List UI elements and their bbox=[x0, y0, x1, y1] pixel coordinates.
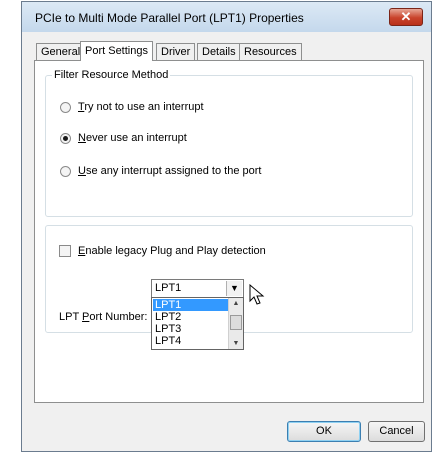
lpt-port-dropdown-list[interactable]: LPT1 LPT2 LPT3 LPT4 ▲ ▼ bbox=[151, 297, 244, 350]
lpt-port-label: LPT Port Number: bbox=[59, 311, 147, 323]
dropdown-option-lpt1[interactable]: LPT1 bbox=[153, 299, 228, 311]
mnemonic-letter: N bbox=[78, 132, 86, 144]
tab-general[interactable]: General bbox=[36, 43, 86, 60]
tab-label: General bbox=[41, 46, 81, 58]
tab-label: Resources bbox=[244, 46, 297, 58]
checkbox-box[interactable] bbox=[59, 245, 71, 258]
ok-button[interactable]: OK bbox=[287, 421, 361, 442]
tab-port-settings[interactable]: Port Settings bbox=[80, 41, 153, 61]
scroll-up-icon[interactable]: ▲ bbox=[229, 298, 243, 309]
radio-circle-checked[interactable] bbox=[60, 132, 71, 144]
dropdown-option-lpt3[interactable]: LPT3 bbox=[153, 323, 228, 335]
checkbox-label: nable legacy Plug and Play detection bbox=[85, 245, 266, 257]
title-bar[interactable]: PCIe to Multi Mode Parallel Port (LPT1) … bbox=[22, 2, 431, 32]
mnemonic-letter: U bbox=[78, 165, 86, 177]
tab-label: Details bbox=[202, 46, 236, 58]
label-text: ort Number: bbox=[89, 311, 148, 323]
tab-driver[interactable]: Driver bbox=[156, 43, 196, 60]
lpt-port-combo[interactable]: LPT1 ▼ bbox=[151, 279, 244, 298]
cancel-button[interactable]: Cancel bbox=[368, 421, 425, 442]
dropdown-option-lpt4[interactable]: LPT4 bbox=[153, 335, 228, 347]
label-text: LPT bbox=[59, 311, 83, 323]
option-label: ever use an interrupt bbox=[85, 132, 187, 144]
radio-never-interrupt[interactable]: Never use an interrupt bbox=[60, 132, 187, 144]
radio-circle[interactable] bbox=[60, 101, 71, 113]
port-settings-panel: Filter Resource Method Try not to use an… bbox=[34, 60, 424, 403]
option-label: ry not to use an interrupt bbox=[84, 101, 204, 113]
filter-resource-group: Filter Resource Method Try not to use an… bbox=[45, 69, 413, 217]
option-label: se any interrupt assigned to the port bbox=[85, 165, 262, 177]
properties-window: PCIe to Multi Mode Parallel Port (LPT1) … bbox=[21, 1, 432, 452]
scroll-thumb[interactable] bbox=[230, 315, 242, 330]
dropdown-option-lpt2[interactable]: LPT2 bbox=[153, 311, 228, 323]
chevron-down-icon[interactable]: ▼ bbox=[226, 281, 242, 296]
scroll-down-icon[interactable]: ▼ bbox=[229, 338, 243, 349]
mouse-pointer-icon bbox=[249, 284, 265, 305]
radio-circle[interactable] bbox=[60, 165, 71, 177]
dialog-client: General Port Settings Driver Details Res… bbox=[30, 32, 425, 443]
tab-label: Port Settings bbox=[85, 45, 148, 57]
tab-label: Driver bbox=[161, 46, 191, 58]
tab-resources[interactable]: Resources bbox=[239, 43, 302, 60]
combo-value: LPT1 bbox=[155, 282, 182, 294]
radio-try-not-interrupt[interactable]: Try not to use an interrupt bbox=[60, 101, 204, 113]
dropdown-scrollbar[interactable]: ▲ ▼ bbox=[228, 298, 243, 349]
tab-details[interactable]: Details bbox=[197, 43, 241, 60]
radio-any-interrupt[interactable]: Use any interrupt assigned to the port bbox=[60, 165, 261, 177]
legacy-pnp-checkbox[interactable]: Enable legacy Plug and Play detection bbox=[59, 245, 266, 258]
close-button[interactable]: ✕ bbox=[389, 8, 423, 26]
close-icon: ✕ bbox=[400, 9, 412, 24]
window-title: PCIe to Multi Mode Parallel Port (LPT1) … bbox=[35, 11, 304, 25]
group-legend: Filter Resource Method bbox=[52, 69, 171, 81]
